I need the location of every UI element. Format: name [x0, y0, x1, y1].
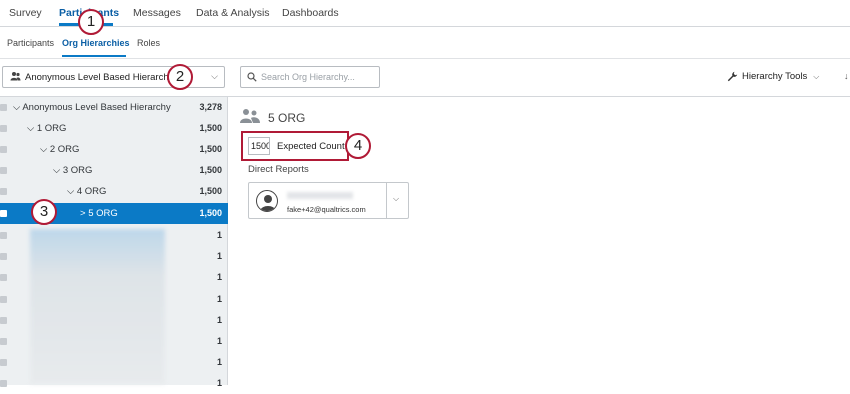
direct-reports-label: Direct Reports	[248, 164, 309, 175]
lock-icon	[0, 104, 7, 111]
subtab-participants[interactable]: Participants	[7, 38, 54, 48]
avatar-icon	[256, 190, 278, 212]
tab-dashboards[interactable]: Dashboards	[282, 7, 339, 19]
tree-row-count: 1,500	[199, 186, 222, 196]
lock-icon	[0, 167, 7, 174]
lock-icon	[0, 232, 7, 239]
step-badge-4: 4	[345, 133, 371, 159]
top-navigation: Survey Participants Messages Data & Anal…	[0, 0, 850, 27]
lock-icon	[0, 188, 7, 195]
tree-row-count: 1	[216, 251, 222, 261]
tree-row-count: 1,500	[199, 144, 222, 154]
tree-row-label: Anonymous Level Based Hierarchy	[22, 102, 171, 113]
tree-row-label: 4 ORG	[76, 186, 107, 197]
chevron-down-icon: ⌵	[211, 71, 218, 81]
tree-row-3-org[interactable]: ⌵ 3 ORG 1,500	[0, 160, 228, 181]
lock-icon	[0, 380, 7, 387]
overflow-icon[interactable]: ↓	[844, 71, 849, 81]
subtab-org-hierarchies[interactable]: Org Hierarchies	[62, 38, 130, 48]
step-badge-2: 2	[167, 64, 193, 90]
tree-row-label: 1 ORG	[36, 123, 67, 134]
lock-icon	[0, 125, 7, 132]
tree-row-count: 1,500	[199, 208, 222, 218]
tree-row-label: 5 ORG	[88, 208, 118, 219]
wrench-icon	[727, 71, 738, 82]
lock-icon	[0, 359, 7, 366]
expand-chevron-icon: ⌵	[40, 144, 48, 155]
tree-row-count: 1	[216, 230, 222, 240]
tree-row-count: 1	[216, 357, 222, 367]
hierarchy-tools-label: Hierarchy Tools	[742, 71, 808, 83]
subtab-roles[interactable]: Roles	[137, 38, 160, 48]
tab-messages[interactable]: Messages	[133, 7, 181, 19]
tree-row-count: 1,500	[199, 165, 222, 175]
tree-row-count: 3,278	[199, 102, 222, 112]
tree-row-root[interactable]: ⌵ Anonymous Level Based Hierarchy 3,278	[0, 97, 228, 118]
tree-row-4-org[interactable]: ⌵ 4 ORG 1,500	[0, 181, 228, 202]
lock-icon	[0, 296, 7, 303]
tree-row-2-org[interactable]: ⌵ 2 ORG 1,500	[0, 139, 228, 160]
tree-row-count: 1	[216, 315, 222, 325]
lock-icon	[0, 338, 7, 345]
expand-chevron-icon: >	[80, 208, 86, 219]
lock-icon	[0, 274, 7, 281]
tree-row-1-org[interactable]: ⌵ 1 ORG 1,500	[0, 118, 228, 139]
tree-row-count: 1	[216, 378, 222, 388]
divider	[386, 183, 387, 218]
expand-chevron-icon: ⌵	[67, 186, 75, 197]
search-input[interactable]: Search Org Hierarchy...	[240, 66, 380, 88]
hierarchy-select-value: Anonymous Level Based Hierarchy	[25, 72, 174, 83]
chevron-down-icon[interactable]: ⌵	[393, 194, 399, 204]
expand-chevron-icon: ⌵	[13, 102, 21, 113]
lock-icon	[0, 317, 7, 324]
step-badge-1: 1	[78, 9, 104, 35]
active-subtab-indicator	[62, 55, 126, 57]
expected-count-input[interactable]: 1500	[248, 137, 270, 155]
tab-data-analysis[interactable]: Data & Analysis	[196, 7, 270, 19]
expected-count-label: Expected Count	[277, 141, 345, 152]
chevron-down-icon: ⌵	[813, 72, 820, 82]
direct-report-card[interactable]: fake+42@qualtrics.com ⌵	[248, 182, 409, 219]
tree-row-count: 1	[216, 336, 222, 346]
people-icon	[240, 109, 260, 123]
lock-icon	[0, 210, 7, 217]
lock-icon	[0, 253, 7, 260]
toolbar: Anonymous Level Based Hierarchy ⌵ Search…	[0, 59, 850, 97]
tab-survey[interactable]: Survey	[9, 7, 42, 19]
direct-report-email: fake+42@qualtrics.com	[287, 205, 366, 214]
lock-icon	[0, 146, 7, 153]
search-icon	[247, 72, 257, 82]
tree-row-count: 1	[216, 294, 222, 304]
expand-chevron-icon: ⌵	[27, 123, 35, 134]
tree-row-count: 1,500	[199, 123, 222, 133]
redacted-name	[287, 192, 353, 199]
hierarchy-tools-button[interactable]: Hierarchy Tools ⌵	[727, 71, 819, 82]
expand-chevron-icon: ⌵	[53, 165, 61, 176]
people-icon	[10, 72, 21, 81]
sub-navigation: Participants Org Hierarchies Roles	[0, 27, 850, 59]
step-badge-3: 3	[31, 199, 57, 225]
tree-row-count: 1	[216, 272, 222, 282]
tree-row-label: 3 ORG	[62, 165, 93, 176]
unit-title: 5 ORG	[268, 111, 306, 125]
tree-row-label: 2 ORG	[49, 144, 80, 155]
redacted-names-blur	[30, 229, 165, 384]
search-placeholder: Search Org Hierarchy...	[261, 72, 355, 82]
